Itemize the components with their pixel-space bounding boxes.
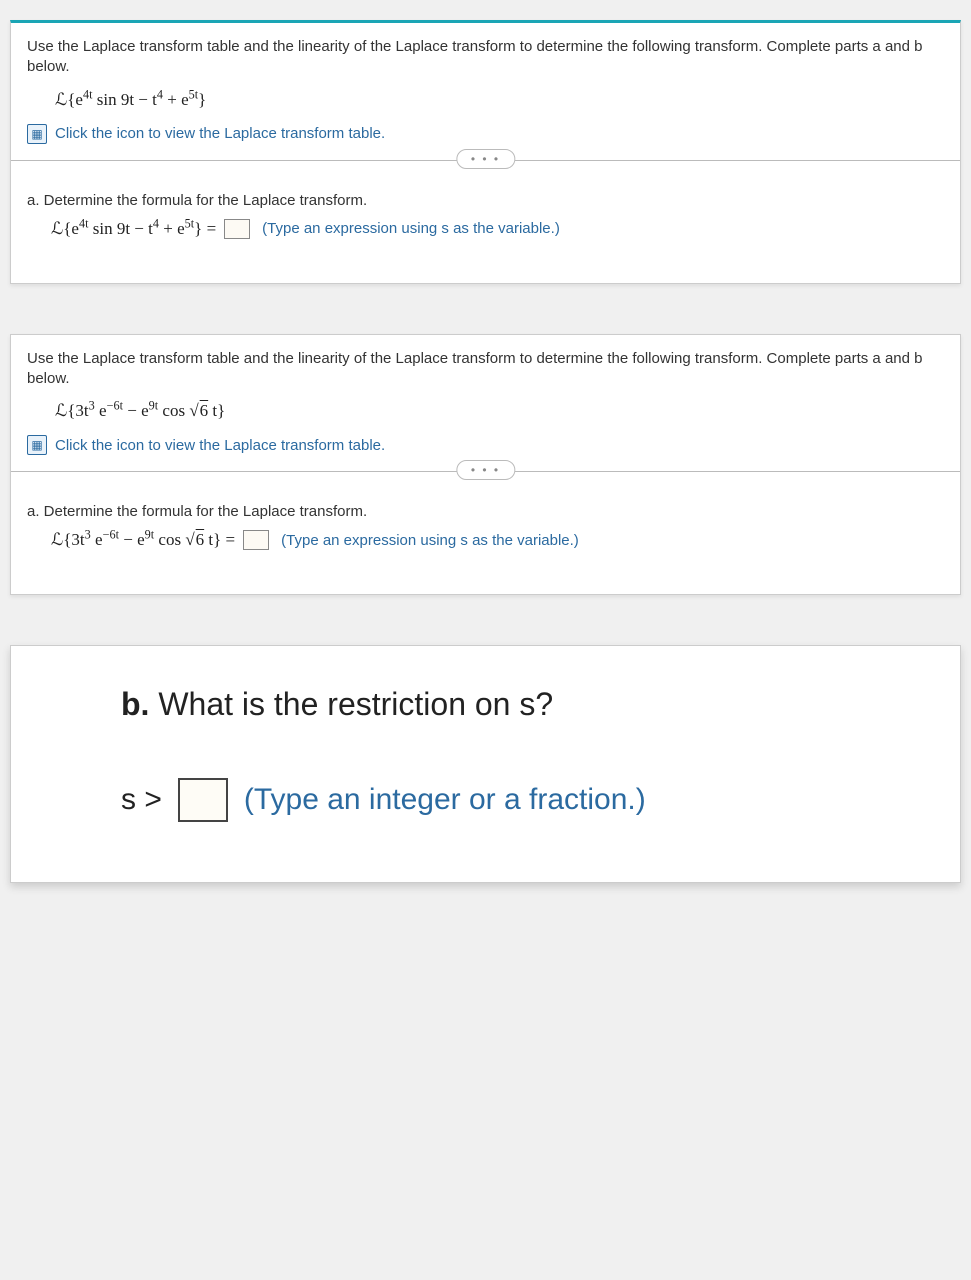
part-a-label: a. Determine the formula for the Laplace… — [27, 503, 944, 520]
problem1-bottom: a. Determine the formula for the Laplace… — [11, 184, 960, 283]
s-greater-than: s > — [121, 783, 162, 817]
answer-input[interactable] — [224, 219, 250, 239]
divider: • • • — [11, 160, 960, 184]
problem1-instruction: Use the Laplace transform table and the … — [27, 37, 944, 78]
divider: • • • — [11, 471, 960, 495]
part-b-answer-row: s > (Type an integer or a fraction.) — [121, 778, 930, 822]
laplace-table-link-1[interactable]: ▦ Click the icon to view the Laplace tra… — [27, 124, 944, 144]
part-a-label: a. Determine the formula for the Laplace… — [27, 192, 944, 209]
table-icon: ▦ — [27, 435, 47, 455]
problem2-instruction: Use the Laplace transform table and the … — [27, 349, 944, 390]
problem2-answer-line: ℒ{3t3 e−6t − e9t cos √6 t} = (Type an ex… — [27, 530, 944, 550]
answer-hint: (Type an expression using s as the varia… — [281, 532, 579, 549]
answer-formula: ℒ{3t3 e−6t − e9t cos √6 t} = — [51, 530, 235, 550]
problem1-top: Use the Laplace transform table and the … — [11, 23, 960, 154]
link-text: Click the icon to view the Laplace trans… — [55, 437, 385, 454]
answer-formula: ℒ{e4t sin 9t − t4 + e5t} = — [51, 219, 216, 239]
restriction-input[interactable] — [178, 778, 228, 822]
part-b-question: b. What is the restriction on s? — [121, 686, 930, 723]
problem2-top: Use the Laplace transform table and the … — [11, 335, 960, 466]
problem1-answer-line: ℒ{e4t sin 9t − t4 + e5t} = (Type an expr… — [27, 219, 944, 239]
laplace-table-link-2[interactable]: ▦ Click the icon to view the Laplace tra… — [27, 435, 944, 455]
expand-pill[interactable]: • • • — [456, 460, 515, 480]
answer-hint: (Type an expression using s as the varia… — [262, 220, 560, 237]
problem-card-1: Use the Laplace transform table and the … — [10, 20, 961, 284]
expand-pill[interactable]: • • • — [456, 149, 515, 169]
part-b-hint: (Type an integer or a fraction.) — [244, 783, 646, 817]
table-icon: ▦ — [27, 124, 47, 144]
problem-card-2: Use the Laplace transform table and the … — [10, 334, 961, 596]
link-text: Click the icon to view the Laplace trans… — [55, 125, 385, 142]
problem2-bottom: a. Determine the formula for the Laplace… — [11, 495, 960, 594]
problem1-formula: ℒ{e4t sin 9t − t4 + e5t} — [27, 90, 944, 110]
problem2-formula: ℒ{3t3 e−6t − e9t cos √6 t} — [27, 401, 944, 421]
answer-input[interactable] — [243, 530, 269, 550]
part-b-card: b. What is the restriction on s? s > (Ty… — [10, 645, 961, 883]
